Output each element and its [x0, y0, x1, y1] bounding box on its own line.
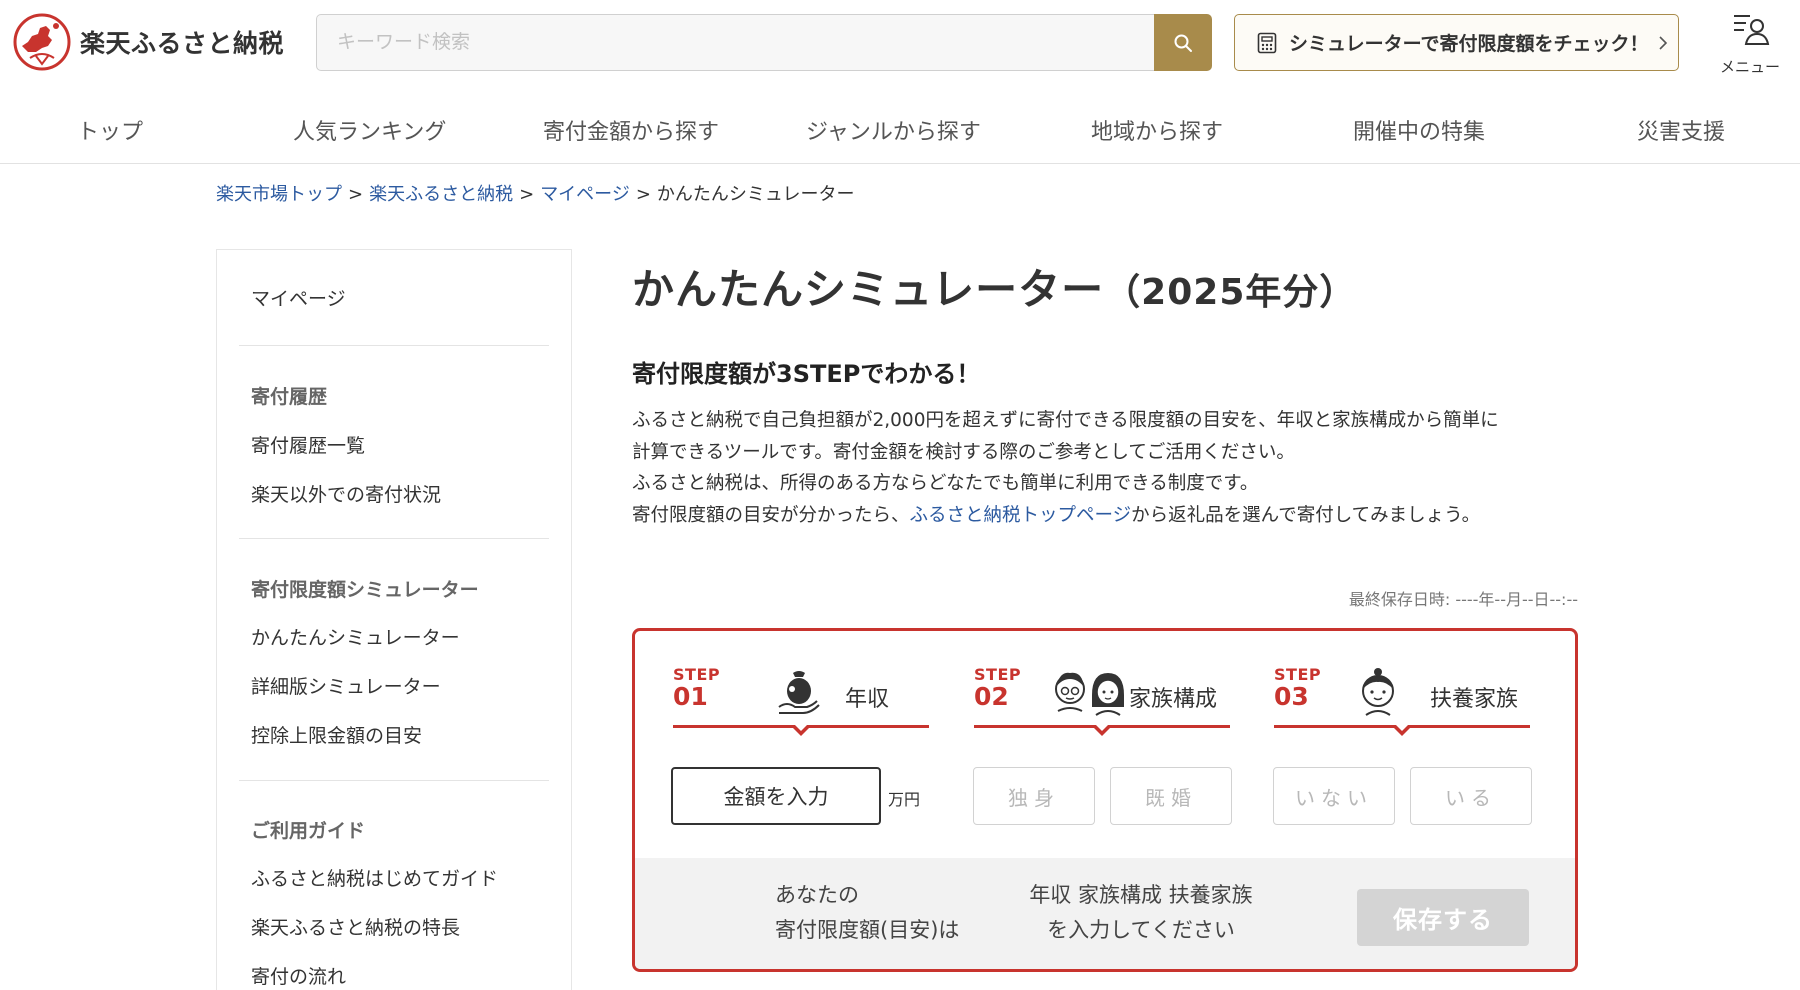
nav-item-top[interactable]: トップ — [77, 114, 143, 146]
chevron-right-icon — [1658, 35, 1668, 51]
site-logo[interactable]: 楽天ふるさと納税 — [12, 12, 284, 72]
step-03-header: STEP 03 扶養家族 — [1274, 665, 1530, 736]
description-text: 寄付限度額の目安が分かったら、 — [632, 504, 910, 526]
description-line: ふるさと納税は、所得のある方ならどなたでも簡単に利用できる制度です。 — [632, 473, 1259, 494]
sidebar-item-beginner-guide[interactable]: ふるさと納税はじめてガイド — [251, 864, 498, 891]
couple-icon — [1055, 672, 1124, 716]
step-notch — [1392, 724, 1412, 736]
sidebar-item-donation-flow[interactable]: 寄付の流れ — [251, 962, 346, 989]
nav-item-ranking[interactable]: 人気ランキング — [293, 114, 446, 146]
breadcrumb-furusato[interactable]: 楽天ふるさと納税 — [369, 184, 513, 205]
breadcrumb-separator: > — [348, 184, 364, 205]
search-button[interactable] — [1154, 14, 1212, 71]
simulator-card: STEP 01 年収 STEP 02 家族構成 STEP 03 扶養家族 金額を… — [632, 628, 1578, 972]
step-01-tag: STEP 01 — [673, 665, 721, 711]
description-text: から返礼品を選んで寄付してみましょう。 — [1131, 504, 1481, 526]
result-label: あなたの 寄付限度額(目安)は — [775, 878, 959, 948]
income-unit-label: 万円 — [888, 790, 921, 809]
breadcrumb-separator: > — [635, 184, 651, 205]
result-value: 年収 家族構成 扶養家族 を入力してください — [1011, 878, 1271, 948]
breadcrumb-mypage[interactable]: マイページ — [540, 184, 630, 205]
breadcrumb-separator: > — [519, 184, 535, 205]
step-number: 02 — [974, 682, 1009, 711]
sidebar-heading-simulator: 寄付限度額シミュレーター — [251, 579, 479, 601]
breadcrumb: 楽天市場トップ > 楽天ふるさと納税 > マイページ > かんたんシミュレーター — [216, 180, 855, 206]
sidebar: マイページ 寄付履歴 寄付履歴一覧 楽天以外での寄付状況 寄付限度額シミュレータ… — [216, 249, 572, 990]
section-subtitle: 寄付限度額が3STEPでわかる！ — [632, 360, 981, 388]
step-number: 01 — [673, 682, 708, 711]
nav-item-disaster[interactable]: 災害支援 — [1637, 114, 1725, 146]
sidebar-item-other-donations[interactable]: 楽天以外での寄付状況 — [251, 480, 441, 507]
result-value-line: 年収 家族構成 扶養家族 — [1029, 883, 1253, 907]
income-amount-button[interactable]: 金額を入力 — [671, 767, 881, 825]
furusato-top-link[interactable]: ふるさと納税トップページ — [910, 505, 1132, 526]
dependents-none-button[interactable]: いない — [1273, 767, 1395, 825]
description-line: 寄付限度額の目安が分かったら、ふるさと納税トップページから返礼品を選んで寄付して… — [632, 500, 1592, 532]
sidebar-item-deduction-limit[interactable]: 控除上限金額の目安 — [251, 721, 422, 748]
breadcrumb-current: かんたんシミュレーター — [656, 184, 855, 205]
step-01-label: 年収 — [845, 687, 890, 712]
family-married-button[interactable]: 既婚 — [1110, 767, 1232, 825]
page-title-year: （2025年分） — [1104, 272, 1357, 313]
description-line: 計算できるツールです。寄付金額を検討する際のご参考としてご活用ください。 — [632, 441, 1295, 463]
step-tag-text: STEP — [974, 665, 1022, 684]
sidebar-item-detailed-simulator[interactable]: 詳細版シミュレーター — [251, 672, 441, 699]
menu-user-icon — [1734, 15, 1770, 45]
breadcrumb-rakuten-top[interactable]: 楽天市場トップ — [216, 184, 342, 205]
sidebar-heading-guide: ご利用ガイド — [251, 820, 366, 842]
result-value-line: を入力してください — [1047, 918, 1235, 942]
step-03-label: 扶養家族 — [1430, 687, 1519, 712]
step-notch — [1092, 724, 1112, 736]
menu-button[interactable]: メニュー — [1710, 10, 1790, 76]
result-area: あなたの 寄付限度額(目安)は 年収 家族構成 扶養家族 を入力してください 保… — [635, 858, 1575, 969]
family-single-button[interactable]: 独身 — [973, 767, 1095, 825]
search-icon — [1174, 34, 1192, 52]
global-nav: トップ 人気ランキング 寄付金額から探す ジャンルから探す 地域から探す 開催中… — [0, 100, 1800, 164]
step-02-tag: STEP 02 — [974, 665, 1022, 711]
sidebar-item-history-list[interactable]: 寄付履歴一覧 — [251, 431, 365, 458]
sidebar-divider — [239, 780, 549, 781]
money-bag-hand-icon — [778, 671, 820, 714]
save-button[interactable]: 保存する — [1357, 889, 1529, 946]
site-header: 楽天ふるさと納税 シミュレーターで寄付限度額をチェック！ — [0, 0, 1800, 88]
search-input[interactable] — [316, 14, 1155, 71]
nav-item-by-region[interactable]: 地域から探す — [1091, 114, 1223, 146]
calculator-icon — [1257, 32, 1277, 54]
menu-label: メニュー — [1719, 58, 1780, 76]
step-tag-text: STEP — [673, 665, 721, 684]
step-02-header: STEP 02 家族構成 — [974, 665, 1230, 736]
nav-item-features[interactable]: 開催中の特集 — [1353, 114, 1485, 146]
last-saved-timestamp: 最終保存日時: ----年--月--日--:-- — [1348, 590, 1578, 609]
sidebar-heading-history: 寄付履歴 — [251, 386, 328, 408]
simulator-check-button[interactable]: シミュレーターで寄付限度額をチェック！ — [1234, 14, 1679, 71]
child-icon — [1362, 668, 1394, 716]
step-01-header: STEP 01 年収 — [673, 665, 929, 736]
sidebar-item-mypage[interactable]: マイページ — [251, 284, 346, 311]
sidebar-item-features[interactable]: 楽天ふるさと納税の特長 — [251, 913, 460, 940]
sidebar-divider — [239, 538, 549, 539]
step-notch — [791, 724, 811, 736]
result-label-line: あなたの — [775, 883, 859, 907]
step-02-label: 家族構成 — [1129, 687, 1218, 712]
page-title-text: かんたんシミュレーター — [632, 265, 1105, 314]
description: ふるさと納税で自己負担額が2,000円を超えずに寄付できる限度額の目安を、年収と… — [632, 405, 1592, 531]
nav-item-by-genre[interactable]: ジャンルから探す — [806, 114, 981, 146]
step-03-tag: STEP 03 — [1274, 665, 1322, 711]
rakuten-furusato-logo-icon — [13, 13, 71, 71]
dependents-yes-button[interactable]: いる — [1410, 767, 1532, 825]
nav-item-by-amount[interactable]: 寄付金額から探す — [543, 114, 719, 146]
sidebar-item-easy-simulator[interactable]: かんたんシミュレーター — [251, 623, 460, 650]
description-line: ふるさと納税で自己負担額が2,000円を超えずに寄付できる限度額の目安を、年収と… — [632, 410, 1499, 431]
sidebar-divider — [239, 345, 549, 346]
simulator-check-label: シミュレーターで寄付限度額をチェック！ — [1289, 33, 1649, 55]
logo-text: 楽天ふるさと納税 — [80, 29, 285, 58]
step-number: 03 — [1274, 682, 1309, 711]
result-label-line: 寄付限度額(目安)は — [775, 918, 960, 942]
page-title: かんたんシミュレーター（2025年分） — [632, 256, 1356, 317]
step-tag-text: STEP — [1274, 665, 1322, 684]
